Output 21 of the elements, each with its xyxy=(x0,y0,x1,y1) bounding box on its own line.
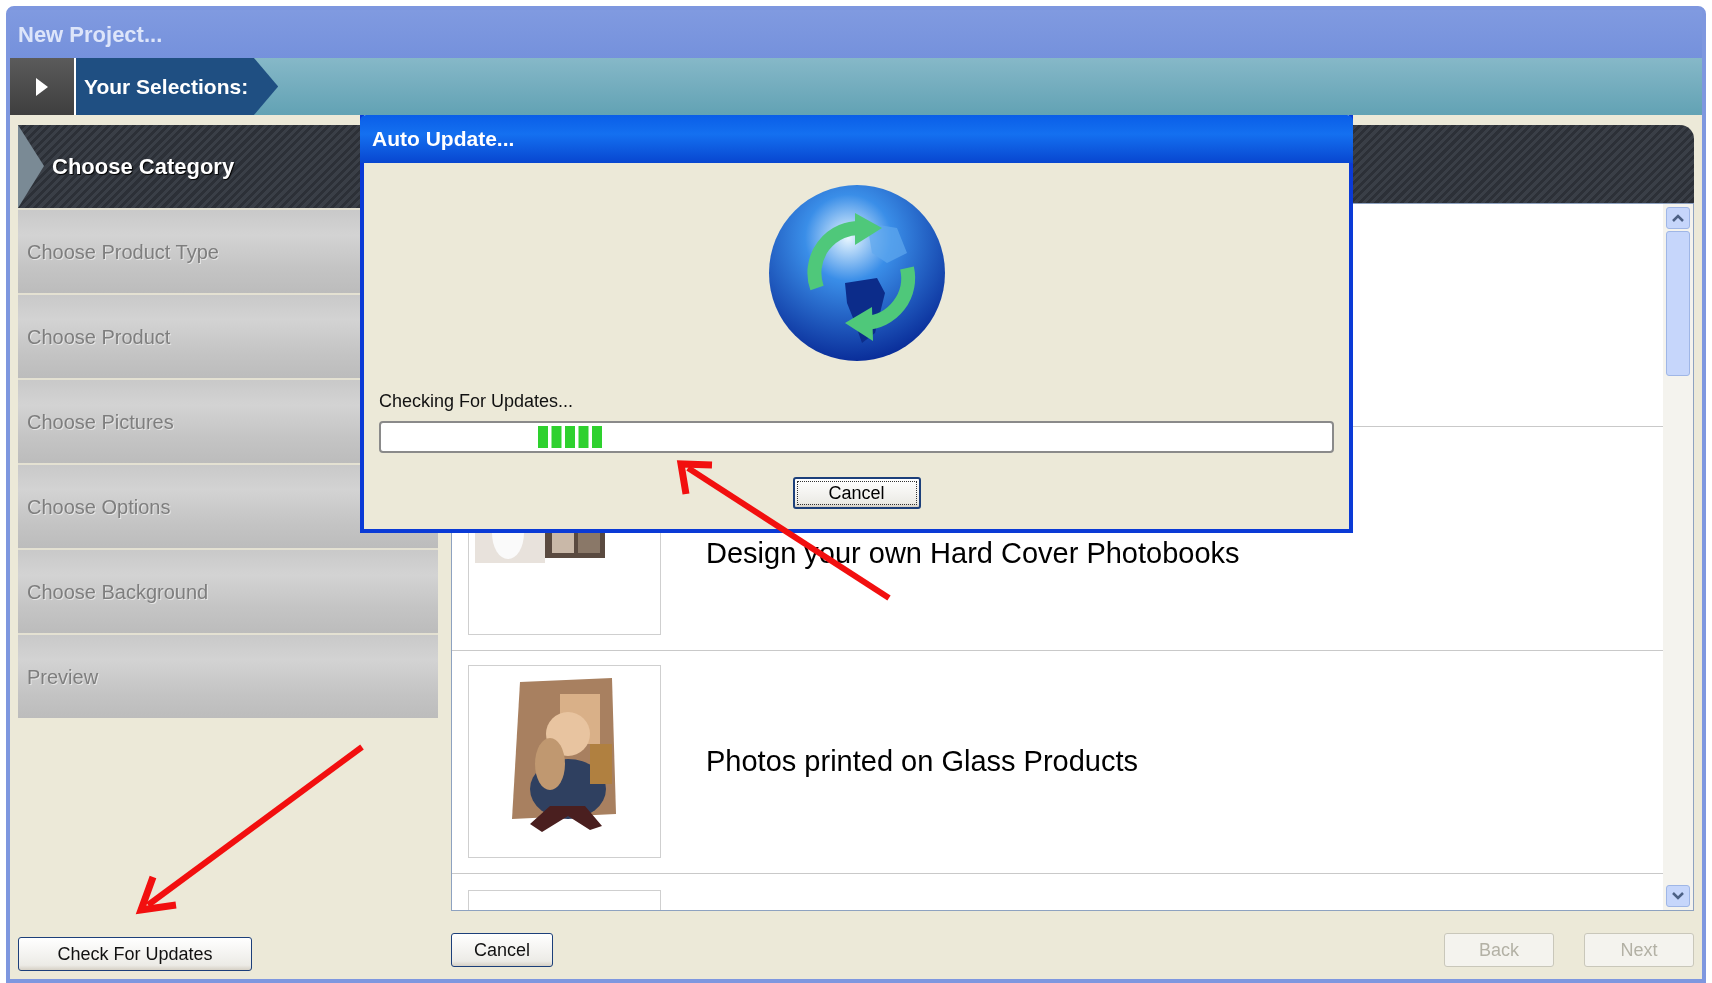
scrollbar[interactable] xyxy=(1663,204,1693,910)
chevron-icon xyxy=(18,125,44,208)
scroll-down-button[interactable] xyxy=(1666,885,1690,907)
dialog-title: Auto Update... xyxy=(360,115,1353,163)
globe-sync-icon xyxy=(766,183,947,363)
scroll-up-button[interactable] xyxy=(1666,207,1690,229)
play-icon xyxy=(36,77,48,96)
product-thumbnail[interactable] xyxy=(468,665,661,859)
step-item[interactable]: Preview xyxy=(18,633,438,718)
product-label[interactable]: Photos printed on Glass Products xyxy=(706,740,1138,784)
dialog-button[interactable]: Check For Updates xyxy=(18,937,252,971)
dialog-cancel-button[interactable]: Cancel xyxy=(792,477,921,509)
chevron-down-icon xyxy=(1672,892,1684,900)
chevron-up-icon xyxy=(1672,214,1684,222)
dialog-button[interactable]: Cancel xyxy=(451,933,553,967)
selections-label: Your Selections: xyxy=(76,58,279,115)
expand-button[interactable] xyxy=(10,58,76,115)
scroll-thumb[interactable] xyxy=(1666,231,1690,376)
window-title: New Project... xyxy=(10,10,1702,58)
step-item[interactable]: Choose Background xyxy=(18,548,438,633)
product-thumbnail[interactable] xyxy=(468,890,661,910)
